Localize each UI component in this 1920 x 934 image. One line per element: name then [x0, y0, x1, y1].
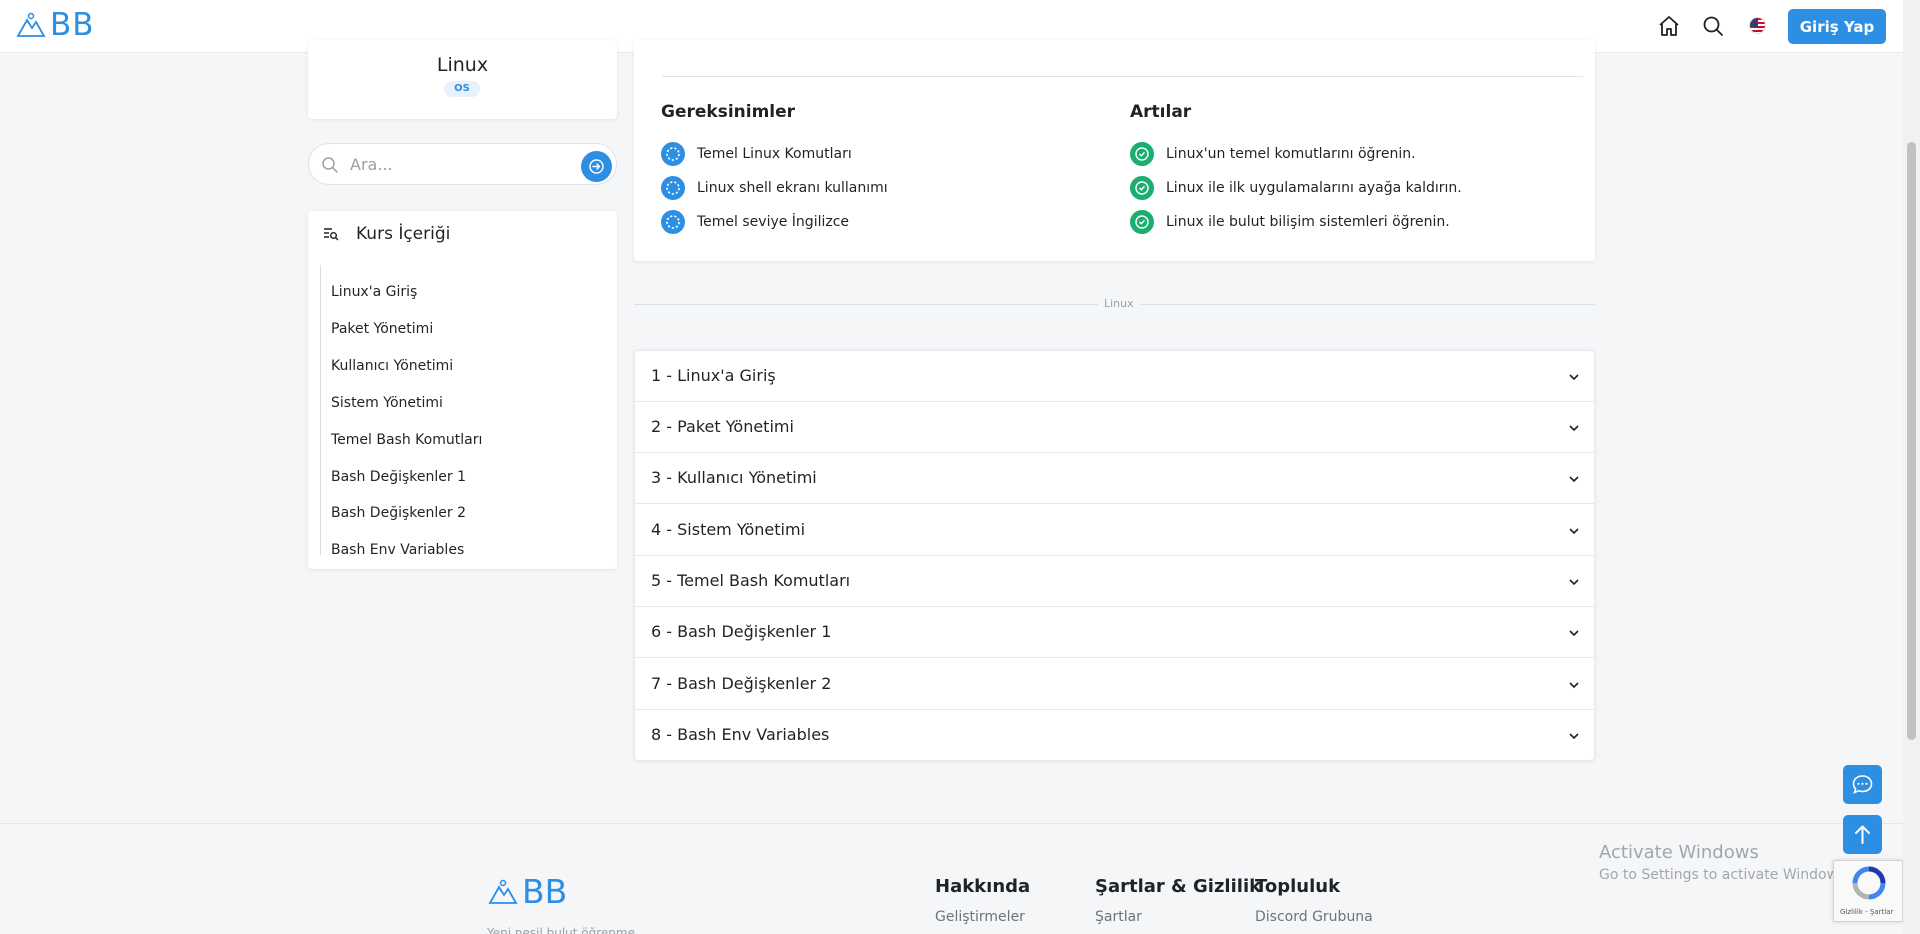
check-circle-icon [1130, 210, 1154, 234]
section-divider-label: Linux [1098, 296, 1140, 312]
chevron-down-icon [1569, 682, 1579, 689]
content-item[interactable]: Bash Env Variables [331, 540, 464, 560]
course-search [308, 143, 617, 185]
footer-column-title: Topluluk [1255, 876, 1341, 897]
content-item[interactable]: Bash Değişkenler 1 [331, 467, 466, 487]
chevron-down-icon [1569, 630, 1579, 637]
accordion-section[interactable]: 5 - Temel Bash Komutları [635, 556, 1594, 607]
search-icon [322, 157, 338, 173]
home-icon[interactable] [1657, 14, 1681, 38]
course-title: Linux [436, 54, 489, 76]
scrollbar-thumb[interactable] [1907, 142, 1916, 740]
chevron-down-icon [1569, 425, 1579, 432]
course-content-list: Linux'a Giriş Paket Yönetimi Kullanıcı Y… [320, 265, 600, 558]
chevron-down-icon [1569, 374, 1579, 381]
sections-accordion: 1 - Linux'a Giriş 2 - Paket Yönetimi 3 -… [634, 350, 1595, 761]
search-input[interactable] [350, 152, 570, 176]
accordion-section[interactable]: 7 - Bash Değişkenler 2 [635, 659, 1594, 710]
footer-link[interactable]: Geliştirmeler [935, 909, 1025, 925]
section-title: 5 - Temel Bash Komutları [651, 571, 851, 590]
benefits-title: Artılar [1130, 102, 1192, 122]
chat-bubble-icon [1852, 775, 1873, 794]
course-card: Linux OS [308, 40, 617, 119]
chevron-down-icon [1569, 528, 1579, 535]
accordion-section[interactable]: 1 - Linux'a Giriş [635, 351, 1594, 402]
divider [662, 76, 1583, 77]
list-search-icon [324, 228, 339, 241]
scroll-top-button[interactable] [1843, 815, 1882, 854]
check-circle-icon [1130, 176, 1154, 200]
windows-activation-watermark: Activate Windows Go to Settings to activ… [1599, 842, 1850, 883]
search-icon[interactable] [1701, 14, 1725, 38]
content-item[interactable]: Paket Yönetimi [331, 319, 433, 339]
page-scrollbar[interactable] [1903, 0, 1920, 934]
recaptcha-links: Gizlilik - Şartlar [1840, 908, 1894, 916]
section-title: 7 - Bash Değişkenler 2 [651, 674, 832, 693]
mountain-logo-icon [488, 879, 518, 904]
content-item[interactable]: Kullanıcı Yönetimi [331, 356, 453, 376]
arrow-right-icon [589, 159, 604, 174]
footer-logo-text: BB [522, 872, 568, 911]
flag-us-icon[interactable] [1749, 17, 1766, 34]
footer-column-title: Hakkında [935, 876, 1031, 897]
category-badge: OS [444, 81, 480, 97]
accordion-section[interactable]: 3 - Kullanıcı Yönetimi [635, 453, 1594, 504]
requirements-title: Gereksinimler [661, 102, 796, 122]
chevron-down-icon [1569, 579, 1579, 586]
search-submit-button[interactable] [581, 151, 612, 182]
course-content-header: Kurs İçeriği [322, 224, 450, 244]
section-title: 6 - Bash Değişkenler 1 [651, 622, 832, 641]
footer-link[interactable]: Şartlar [1095, 909, 1142, 925]
benefit-item: Linux ile ilk uygulamalarını ayağa kaldı… [1130, 176, 1462, 200]
recaptcha-icon [1852, 866, 1886, 900]
course-content-card: Kurs İçeriği Linux'a Giriş Paket Yönetim… [308, 211, 617, 569]
accordion-section[interactable]: 4 - Sistem Yönetimi [635, 505, 1594, 556]
content-item[interactable]: Linux'a Giriş [331, 282, 417, 302]
footer-tagline: Yeni nesil bulut öğrenme [487, 926, 635, 934]
accordion-section[interactable]: 2 - Paket Yönetimi [635, 402, 1594, 453]
site-logo[interactable]: BB [16, 8, 95, 42]
chat-button[interactable] [1843, 765, 1882, 804]
login-button[interactable]: Giriş Yap [1788, 9, 1886, 44]
accordion-section[interactable]: 8 - Bash Env Variables [635, 710, 1594, 761]
loading-circle-icon [661, 210, 685, 234]
loading-circle-icon [661, 176, 685, 200]
requirement-item: Temel seviye İngilizce [661, 210, 849, 234]
logo-text: BB [50, 7, 95, 43]
requirement-item: Temel Linux Komutları [661, 142, 852, 166]
mountain-logo-icon [16, 12, 46, 37]
benefit-item: Linux ile bulut bilişim sistemleri öğren… [1130, 210, 1450, 234]
content-item[interactable]: Bash Değişkenler 2 [331, 503, 466, 523]
section-title: 3 - Kullanıcı Yönetimi [651, 468, 817, 487]
recaptcha-badge[interactable]: Gizlilik - Şartlar [1833, 860, 1903, 922]
course-content-title: Kurs İçeriği [356, 224, 451, 244]
section-title: 2 - Paket Yönetimi [651, 417, 794, 436]
section-title: 4 - Sistem Yönetimi [651, 520, 806, 539]
content-item[interactable]: Sistem Yönetimi [331, 393, 443, 413]
benefit-item: Linux'un temel komutlarını öğrenin. [1130, 142, 1416, 166]
arrow-up-icon [1855, 825, 1870, 844]
accordion-section[interactable]: 6 - Bash Değişkenler 1 [635, 607, 1594, 658]
content-item[interactable]: Temel Bash Komutları [331, 430, 482, 450]
requirements-card: Gereksinimler Temel Linux Komutları Linu… [634, 40, 1595, 261]
section-title: 8 - Bash Env Variables [651, 725, 830, 744]
loading-circle-icon [661, 142, 685, 166]
footer-column-title: Şartlar & Gizlilik [1095, 876, 1262, 897]
footer-link[interactable]: Discord Grubuna [1255, 909, 1373, 925]
chevron-down-icon [1569, 733, 1579, 740]
chevron-down-icon [1569, 476, 1579, 483]
section-title: 1 - Linux'a Giriş [651, 366, 776, 385]
footer-logo[interactable]: BB [488, 874, 567, 910]
requirement-item: Linux shell ekranı kullanımı [661, 176, 888, 200]
check-circle-icon [1130, 142, 1154, 166]
